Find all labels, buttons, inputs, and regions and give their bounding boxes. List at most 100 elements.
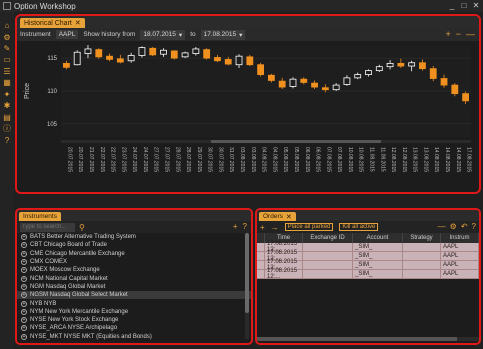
col-account[interactable]: Account	[353, 233, 403, 243]
x-tick-label: 14.08.2015	[455, 147, 461, 172]
orders-hscrollbar[interactable]	[257, 337, 479, 341]
gear-icon[interactable]: ✱	[3, 102, 11, 110]
chart-icon[interactable]: ▦	[3, 79, 11, 87]
help-icon[interactable]: ?	[3, 137, 11, 145]
expand-icon[interactable]: +	[21, 300, 27, 307]
expand-icon[interactable]: +	[21, 308, 27, 315]
list-item[interactable]: + NGM Nasdaq Global Market	[17, 283, 251, 291]
arrow-right-icon[interactable]: →	[271, 223, 279, 232]
col-strategy[interactable]: Strategy	[403, 233, 441, 243]
exchange-name: NCM National Capital Market	[30, 275, 108, 282]
list-item[interactable]: + MOEX Moscow Exchange	[17, 266, 251, 274]
x-tick-label: 10.08.2015	[358, 147, 364, 172]
candle-body	[246, 56, 254, 66]
to-label: to	[190, 31, 196, 38]
expand-icon[interactable]: +	[21, 317, 27, 324]
document-icon[interactable]: ▤	[3, 114, 11, 122]
exchange-name: CME Chicago Mercantile Exchange	[30, 250, 125, 257]
expand-icon[interactable]: +	[21, 325, 27, 332]
scrollbar-thumb[interactable]	[245, 233, 249, 313]
x-tick-label: 11.08.2015	[379, 147, 385, 172]
minimize-button[interactable]: _	[447, 1, 457, 11]
x-tick-label: 22.07.2015	[99, 147, 105, 172]
zoom-in-button[interactable]: +	[445, 29, 450, 39]
scrollbar-thumb[interactable]	[257, 337, 457, 341]
chevron-down-icon: ▾	[239, 31, 243, 39]
expand-icon[interactable]: +	[21, 242, 27, 249]
tab-historical-chart[interactable]: Historical Chart ✕	[20, 18, 85, 28]
list-item[interactable]: + CME Chicago Mercantile Exchange	[17, 250, 251, 258]
list-item[interactable]: + NYSE New York Stock Exchange	[17, 316, 251, 324]
help-icon[interactable]: ?	[472, 222, 476, 231]
table-row[interactable]: 17.08.2015 12:... _SIM_ AAPL	[257, 268, 479, 280]
candle-body	[149, 47, 157, 56]
reset-button[interactable]: —	[466, 29, 475, 39]
to-date-picker[interactable]: 17.08.2015 ▾	[200, 29, 246, 40]
candle-body	[214, 57, 221, 62]
add-order-icon[interactable]: +	[260, 223, 265, 232]
place-all-parked-button[interactable]: Place all parked	[284, 223, 334, 231]
table-cell	[303, 252, 353, 260]
list-item[interactable]: + NCM National Capital Market	[17, 274, 251, 282]
home-icon[interactable]: ⌂	[3, 22, 11, 30]
expand-icon[interactable]: +	[21, 259, 27, 266]
candle-body	[160, 49, 167, 55]
x-tick-label: 23.07.2015	[120, 147, 126, 172]
from-date-picker[interactable]: 18.07.2015 ▾	[140, 29, 186, 40]
col-instrument[interactable]: Instrum	[441, 233, 479, 243]
table-cell: AAPL	[441, 261, 479, 269]
expand-icon[interactable]: +	[21, 234, 27, 241]
add-instrument-button[interactable]: +	[233, 222, 238, 231]
pencil-icon[interactable]: ✎	[3, 45, 11, 53]
info-icon[interactable]: ⓘ	[3, 125, 11, 133]
search-input[interactable]	[20, 222, 75, 232]
list-item[interactable]: + NYSE_ARCA NYSE Archipelago	[17, 324, 251, 332]
expand-icon[interactable]: +	[21, 283, 27, 290]
list-item[interactable]: + CMX COMEX	[17, 258, 251, 266]
x-tick-label: 24.07.2015	[142, 147, 148, 172]
candlestick-chart[interactable]: 105 110 115 Price 20.07.2015 20.07.2015 21.07.…	[17, 41, 479, 190]
row-marker	[257, 270, 265, 278]
close-icon[interactable]: ✕	[286, 213, 292, 221]
list-item[interactable]: + NYM New York Mercantile Exchange	[17, 308, 251, 316]
list-item[interactable]: + NGSM Nasdaq Global Select Market	[17, 291, 251, 300]
expand-icon[interactable]: +	[21, 250, 27, 257]
expand-icon[interactable]: +	[21, 333, 27, 340]
x-tick-label: 04.08.2015	[261, 147, 267, 172]
folder-icon[interactable]: ▭	[3, 56, 11, 64]
col-exchange-id[interactable]: Exchange ID	[303, 233, 353, 243]
list-item[interactable]: + NYSE_MKT NYSE MKT (Equities and Bonds)	[17, 333, 251, 341]
exchange-list: + BATS Better Alternative Trading System +…	[17, 233, 251, 341]
settings-icon[interactable]: ⚙	[3, 34, 11, 42]
tab-instruments[interactable]: Instruments	[19, 212, 61, 221]
list-item[interactable]: + CBT Chicago Board of Trade	[17, 241, 251, 249]
expand-icon[interactable]: +	[21, 267, 27, 274]
candle-body	[62, 62, 70, 68]
candle-body	[289, 78, 297, 87]
gear-icon[interactable]: ⚙	[450, 222, 457, 231]
candle-body	[311, 82, 318, 88]
expand-icon[interactable]: +	[21, 275, 27, 282]
list-scrollbar[interactable]	[245, 233, 249, 339]
kill-all-active-button[interactable]: Kill all active	[339, 223, 379, 231]
minus-icon[interactable]: —	[438, 222, 446, 231]
maximize-button[interactable]: □	[459, 1, 469, 11]
exchange-name: CBT Chicago Board of Trade	[30, 242, 107, 249]
x-tick-label: 28.07.2015	[174, 147, 180, 172]
search-icon[interactable]: ⚲	[79, 223, 85, 232]
star-icon[interactable]: ✦	[3, 91, 11, 99]
tab-orders[interactable]: Orders ✕	[259, 212, 296, 221]
help-button[interactable]: ?	[243, 222, 247, 231]
candle-body	[451, 84, 459, 95]
zoom-out-button[interactable]: −	[456, 29, 461, 39]
x-tick-label: 30.07.2015	[217, 147, 223, 172]
list-item[interactable]: + NYB NYB	[17, 299, 251, 307]
undo-icon[interactable]: ↶	[461, 222, 468, 231]
chart-toolbar: Instrument AAPL Show history from 18.07.…	[17, 28, 479, 41]
expand-icon[interactable]: +	[21, 292, 27, 299]
list-item[interactable]: + BATS Better Alternative Trading System	[17, 233, 251, 241]
close-button[interactable]: ✕	[471, 1, 481, 11]
list-icon[interactable]: ☰	[3, 68, 11, 76]
instrument-selector[interactable]: AAPL	[55, 30, 79, 39]
close-icon[interactable]: ✕	[75, 19, 81, 27]
